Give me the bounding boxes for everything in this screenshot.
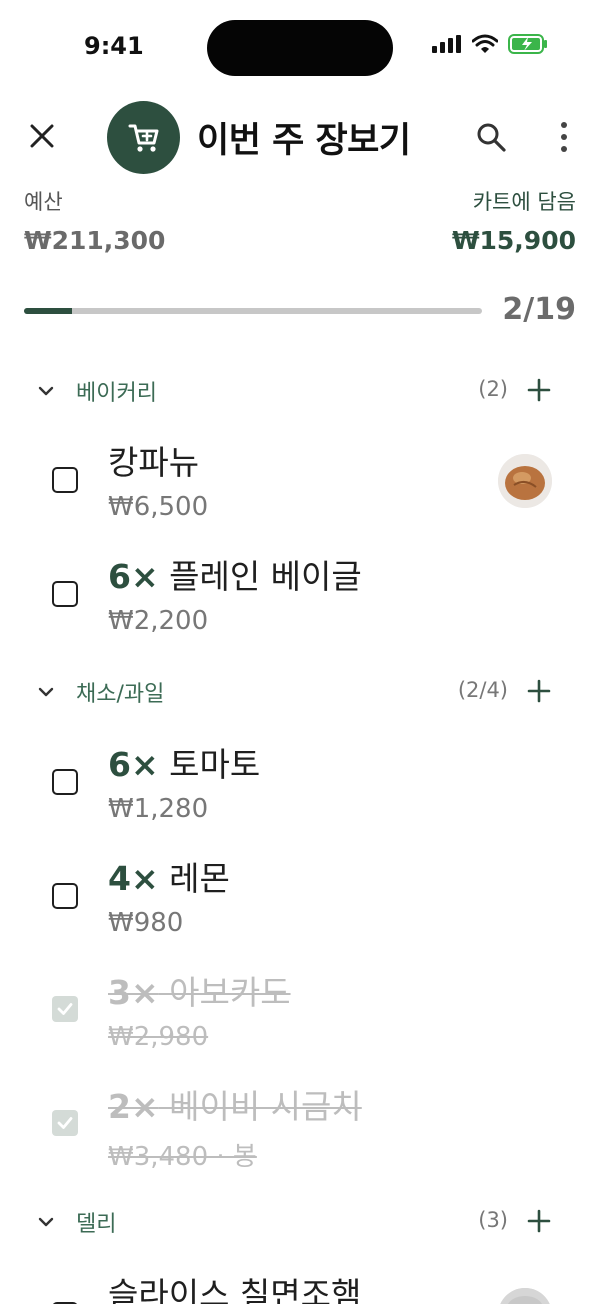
wifi-icon bbox=[472, 34, 498, 53]
item-name: 캉파뉴 bbox=[108, 443, 200, 482]
item-checkbox[interactable] bbox=[52, 769, 78, 795]
item-name: 6× 토마토 bbox=[108, 745, 261, 784]
ham-image bbox=[498, 1288, 552, 1304]
cart-icon bbox=[128, 124, 158, 152]
plus-icon[interactable] bbox=[527, 679, 551, 703]
checkmark-icon bbox=[57, 1117, 73, 1129]
section-name: 베이커리 bbox=[76, 381, 157, 406]
item-name: 3× 아보카도 bbox=[108, 973, 291, 1012]
list-item-checked[interactable]: 3× 아보카도 ₩2,980 bbox=[0, 960, 600, 1070]
item-price: ₩1,280 bbox=[108, 794, 209, 824]
close-icon[interactable] bbox=[26, 120, 58, 152]
item-price: ₩2,980 bbox=[108, 1022, 209, 1052]
ham-thumbnail[interactable] bbox=[498, 1288, 552, 1304]
item-checkbox[interactable] bbox=[52, 467, 78, 493]
item-checkbox-checked[interactable] bbox=[52, 996, 78, 1022]
section-header-deli[interactable]: 델리 (3) bbox=[0, 1196, 600, 1246]
chevron-down-icon[interactable] bbox=[36, 381, 56, 401]
list-item[interactable]: 슬라이스 칠면조햄 bbox=[0, 1262, 600, 1304]
item-name: 슬라이스 칠면조햄 bbox=[108, 1275, 362, 1304]
section-count: (2) bbox=[478, 377, 508, 401]
section-header-bakery[interactable]: 베이커리 (2) bbox=[0, 365, 600, 415]
section-name: 채소/과일 bbox=[76, 682, 165, 707]
status-icons bbox=[432, 34, 548, 54]
chevron-down-icon[interactable] bbox=[36, 1212, 56, 1232]
item-checkbox[interactable] bbox=[52, 581, 78, 607]
plus-icon[interactable] bbox=[527, 378, 551, 402]
chevron-down-icon[interactable] bbox=[36, 682, 56, 702]
progress-count: 2/19 bbox=[502, 292, 576, 327]
status-time: 9:41 bbox=[84, 32, 144, 60]
item-price: ₩6,500 bbox=[108, 492, 209, 522]
item-checkbox-checked[interactable] bbox=[52, 1110, 78, 1136]
cart-total-value: ₩15,900 bbox=[451, 226, 576, 255]
dynamic-island bbox=[207, 20, 393, 76]
budget-value: ₩211,300 bbox=[24, 226, 166, 255]
bread-image bbox=[498, 454, 552, 508]
item-name: 6× 플레인 베이글 bbox=[108, 557, 362, 596]
section-count: (3) bbox=[478, 1208, 508, 1232]
section-count: (2/4) bbox=[457, 678, 508, 702]
list-item[interactable]: 4× 레몬 ₩980 bbox=[0, 846, 600, 956]
bread-thumbnail[interactable] bbox=[498, 454, 552, 508]
search-icon[interactable] bbox=[474, 120, 508, 154]
item-name: 4× 레몬 bbox=[108, 859, 230, 898]
battery-charging-icon bbox=[508, 34, 547, 54]
checkmark-icon bbox=[57, 1003, 73, 1015]
more-vertical-icon[interactable] bbox=[553, 120, 575, 154]
list-item[interactable]: 6× 플레인 베이글 ₩2,200 bbox=[0, 544, 600, 654]
budget-label: 예산 bbox=[24, 190, 63, 214]
item-price: ₩980 bbox=[108, 908, 184, 938]
list-item[interactable]: 6× 토마토 ₩1,280 bbox=[0, 732, 600, 842]
item-name: 2× 베이비 시금치 bbox=[108, 1087, 362, 1126]
item-price: ₩2,200 bbox=[108, 606, 209, 636]
page-title: 이번 주 장보기 bbox=[197, 121, 411, 161]
section-header-produce[interactable]: 채소/과일 (2/4) bbox=[0, 666, 600, 716]
list-item[interactable]: 캉파뉴 ₩6,500 bbox=[0, 430, 600, 540]
section-name: 델리 bbox=[76, 1212, 117, 1237]
progress-bar bbox=[24, 308, 482, 314]
cart-total-label: 카트에 담음 bbox=[472, 190, 576, 214]
item-price: ₩3,480 · 봉 bbox=[108, 1142, 257, 1172]
cart-badge bbox=[107, 101, 180, 174]
item-checkbox[interactable] bbox=[52, 883, 78, 909]
progress-fill bbox=[24, 308, 73, 314]
list-item-checked[interactable]: 2× 베이비 시금치 ₩3,480 · 봉 bbox=[0, 1074, 600, 1184]
plus-icon[interactable] bbox=[527, 1209, 551, 1233]
cellular-signal-icon bbox=[432, 35, 461, 53]
